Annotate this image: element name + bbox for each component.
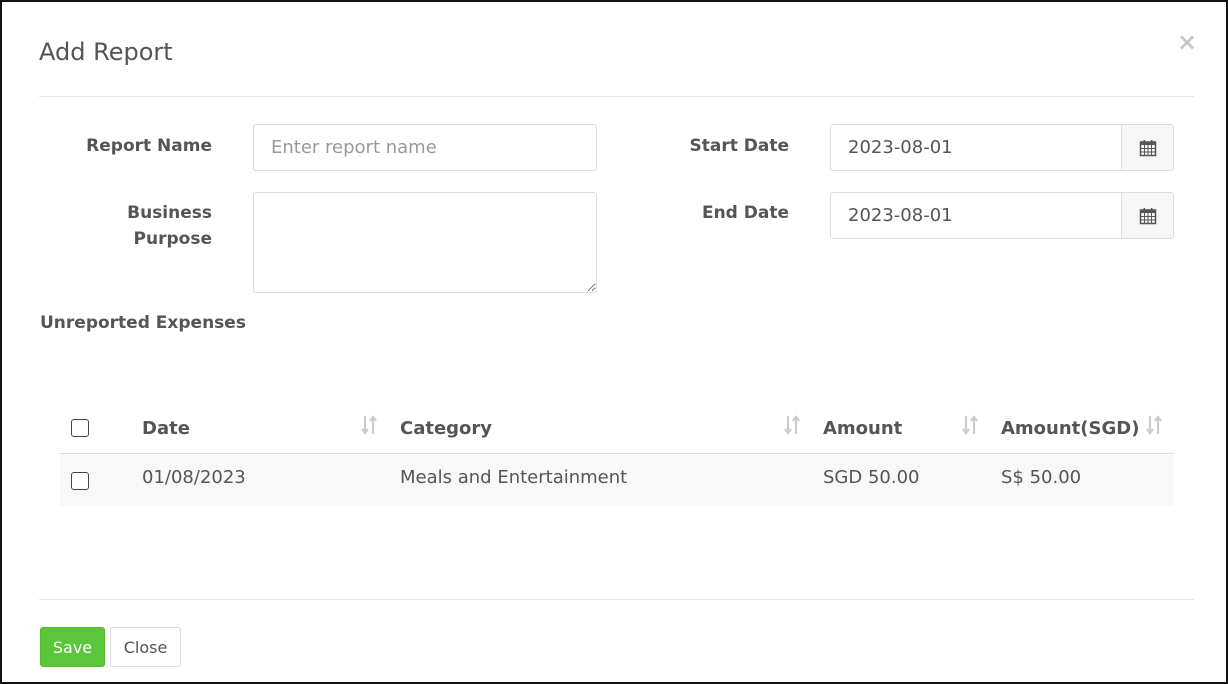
close-button[interactable]: Close [110,627,181,667]
row-amount-sgd: S$ 50.00 [1001,467,1082,488]
column-header-category[interactable]: Category [400,418,492,439]
sort-icon[interactable] [782,414,802,436]
end-date-group [830,192,1174,239]
column-header-amount-sgd[interactable]: Amount(SGD) [1001,418,1139,439]
header-divider [39,96,1194,97]
report-name-label: Report Name [86,136,212,156]
end-date-input[interactable] [830,192,1122,239]
start-date-input[interactable] [830,124,1122,171]
row-date: 01/08/2023 [142,467,246,488]
end-date-calendar-button[interactable] [1121,192,1174,239]
sort-icon[interactable] [960,414,980,436]
start-date-group [830,124,1174,171]
save-button[interactable]: Save [40,627,105,667]
sort-icon[interactable] [359,414,379,436]
business-purpose-label: Business Purpose [62,200,212,252]
calendar-icon [1139,207,1156,224]
start-date-calendar-button[interactable] [1121,124,1174,171]
business-purpose-textarea[interactable] [253,192,597,293]
column-header-date[interactable]: Date [142,418,190,439]
footer-divider [39,599,1194,600]
business-purpose-label-line2: Purpose [133,229,212,249]
start-date-label: Start Date [689,136,789,156]
end-date-label: End Date [701,203,789,223]
column-header-amount[interactable]: Amount [823,418,902,439]
select-all-checkbox[interactable] [71,419,89,437]
row-amount: SGD 50.00 [823,467,920,488]
close-icon[interactable]: × [1177,28,1197,56]
table-row[interactable]: 01/08/2023 Meals and Entertainment SGD 5… [60,455,1174,506]
calendar-icon [1139,139,1156,156]
row-category: Meals and Entertainment [400,467,628,488]
modal-title: Add Report [39,38,173,66]
sort-icon[interactable] [1144,414,1164,436]
expenses-table-header: Date Category Amount Amount(SGD) [60,402,1174,454]
business-purpose-label-line1: Business [127,203,212,223]
report-name-input[interactable] [253,124,597,171]
unreported-expenses-title: Unreported Expenses [40,313,246,333]
add-report-modal: Add Report × Report Name Business Purpos… [0,0,1228,684]
row-checkbox[interactable] [71,472,89,490]
